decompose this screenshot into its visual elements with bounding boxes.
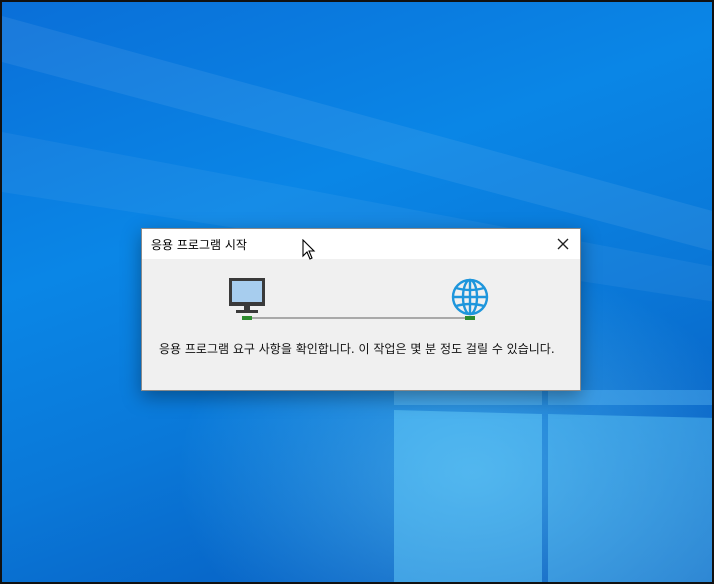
- mouse-cursor-icon: [302, 239, 316, 260]
- close-button[interactable]: [546, 229, 580, 259]
- globe-icon: [451, 278, 489, 316]
- connection-graphic: [229, 278, 489, 320]
- computer-icon: [229, 278, 265, 320]
- desktop: 응용 프로그램 시작 응용 프로그램 요구 사항을 확인합니다. 이 작업은 몇…: [0, 0, 714, 584]
- dialog-titlebar[interactable]: 응용 프로그램 시작: [142, 229, 580, 259]
- close-icon: [557, 238, 569, 250]
- launch-dialog: 응용 프로그램 시작 응용 프로그램 요구 사항을 확인합니다. 이 작업은 몇…: [141, 228, 581, 391]
- dialog-title: 응용 프로그램 시작: [151, 238, 247, 252]
- globe-connector: [465, 316, 475, 320]
- status-message: 응용 프로그램 요구 사항을 확인합니다. 이 작업은 몇 분 정도 걸릴 수 …: [159, 342, 555, 356]
